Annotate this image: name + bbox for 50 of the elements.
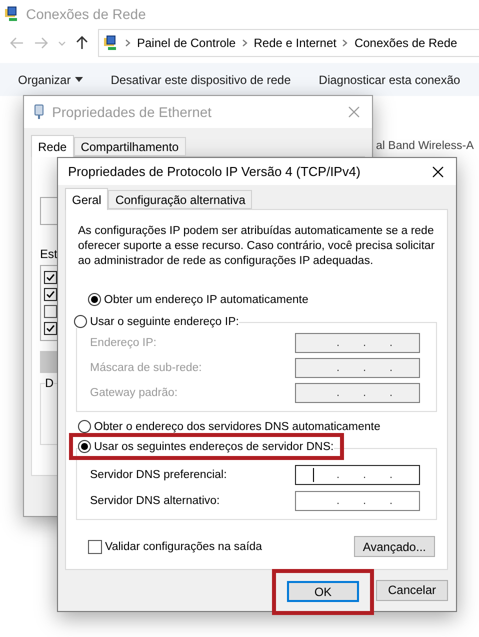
- tab[interactable]: Geral: [65, 188, 108, 210]
- radio-circle-icon[interactable]: [78, 420, 91, 433]
- field-label: Servidor DNS alternativo:: [90, 495, 220, 507]
- chevron-right-icon: [242, 39, 248, 47]
- radio-button[interactable]: Obter um endereço IP automaticamente: [88, 293, 308, 306]
- breadcrumb-item[interactable]: Painel de Controle: [137, 36, 236, 50]
- group-label: D: [45, 376, 54, 390]
- field-label: Máscara de sub-rede:: [90, 362, 202, 374]
- network-adapter-icon: [34, 104, 44, 120]
- checkbox[interactable]: [44, 305, 57, 318]
- address-bar[interactable]: Painel de Controle Rede e Internet Conexões de Rede: [98, 29, 479, 57]
- chevron-right-icon: [342, 39, 348, 47]
- dialog-button[interactable]: OK: [287, 581, 359, 602]
- tab[interactable]: Configuração alternativa: [108, 190, 252, 209]
- field-label: Gateway padrão:: [90, 387, 178, 399]
- close-button[interactable]: [430, 164, 446, 180]
- radio-button[interactable]: Obter o endereço dos servidores DNS automaticamente: [78, 420, 380, 433]
- checkbox[interactable]: [44, 271, 57, 284]
- checkbox[interactable]: Validar configurações na saída: [88, 540, 262, 554]
- network-folder-icon: [103, 35, 119, 51]
- dialog-title: Propriedades de Ethernet: [52, 104, 212, 120]
- toolbar-button[interactable]: Diagnosticar esta conexão: [318, 72, 460, 86]
- ip-address-field[interactable]: . . .: [295, 465, 420, 485]
- radio-circle-icon[interactable]: [88, 293, 101, 306]
- ip-address-field[interactable]: . . .: [295, 491, 420, 511]
- radio-circle-icon[interactable]: [74, 315, 87, 328]
- checkbox[interactable]: [44, 288, 57, 301]
- dialog-title: Propriedades de Protocolo IP Versão 4 (TCP/IPv4): [68, 164, 360, 179]
- description-text: As configurações IP podem ser atribuídas automaticamente se a rede oferecer suporte a esse recurso. Caso contrário, você precisa solicitar ao administrador de rede as configurações IP adequadas.: [77, 224, 436, 269]
- connection-name: al Band Wireless-A: [376, 140, 474, 152]
- chevron-right-icon: [125, 39, 131, 47]
- toolbar-button[interactable]: Desativar este dispositivo de rede: [110, 72, 291, 86]
- breadcrumb-item[interactable]: Rede e Internet: [254, 36, 336, 50]
- radio-circle-icon[interactable]: [78, 440, 91, 453]
- caret-down-icon: [74, 77, 83, 82]
- field-label: Servidor DNS preferencial:: [90, 469, 227, 481]
- dialog-button[interactable]: Cancelar: [376, 580, 448, 600]
- breadcrumb-item[interactable]: Conexões de Rede: [354, 36, 458, 50]
- advanced-button[interactable]: Avançado...: [354, 536, 435, 557]
- field-label: Endereço IP:: [90, 337, 156, 349]
- radio-button[interactable]: Usar os seguintes endereços de servidor DNS:: [78, 440, 334, 453]
- tab[interactable]: Rede: [31, 135, 74, 157]
- window-title: Conexões de Rede: [26, 6, 146, 22]
- toolbar-button[interactable]: Organizar: [18, 72, 83, 86]
- section-label: Est: [40, 247, 58, 261]
- tab[interactable]: Compartilhamento: [74, 137, 186, 156]
- checkbox[interactable]: [44, 322, 57, 335]
- up-arrow-icon[interactable]: [76, 36, 88, 50]
- network-folder-icon: [4, 6, 20, 22]
- radio-button[interactable]: Usar o seguinte endereço IP:: [74, 315, 239, 328]
